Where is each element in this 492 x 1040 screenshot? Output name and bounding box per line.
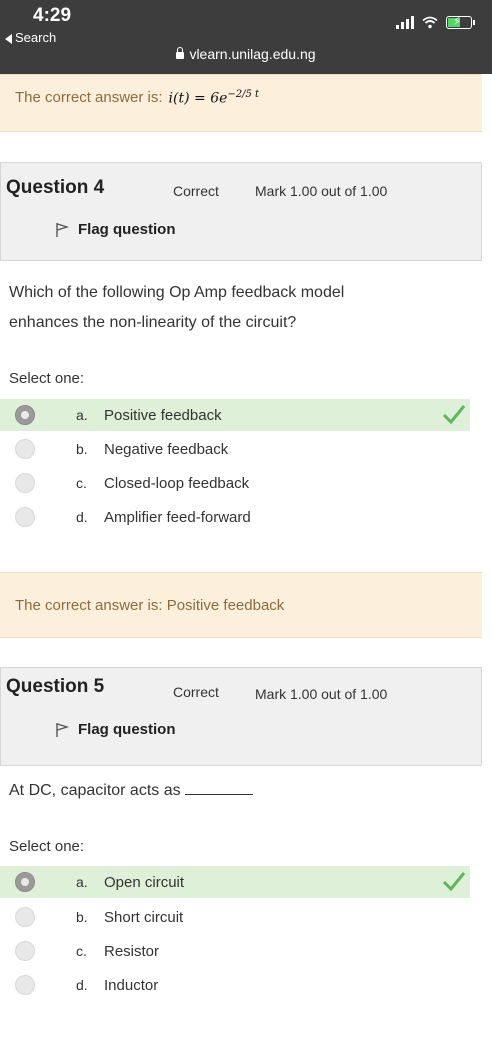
radio-button[interactable] <box>15 907 35 927</box>
back-to-search-link[interactable]: Search <box>5 30 56 45</box>
radio-button-selected[interactable] <box>15 405 35 425</box>
q4-option-c[interactable]: c. Closed-loop feedback <box>0 467 470 499</box>
question-number: Question 5 <box>6 676 105 697</box>
question-state: Correct <box>173 183 219 199</box>
select-one-label: Select one: <box>9 370 85 387</box>
back-arrow-icon <box>5 33 12 44</box>
question-5-info: Question 5 Correct Mark 1.00 out of 1.00… <box>0 667 482 766</box>
flag-label: Flag question <box>78 221 176 238</box>
status-bar: 4:29 Search ⚡ vlearn.unilag.edu.ng <box>0 0 492 74</box>
radio-button[interactable] <box>15 975 35 995</box>
question-mark: Mark 1.00 out of 1.00 <box>255 183 388 199</box>
question-state: Correct <box>173 684 219 700</box>
q4-option-b[interactable]: b. Negative feedback <box>0 433 470 465</box>
lock-icon <box>176 47 185 59</box>
formula-main: i(t) = 6e <box>168 90 228 107</box>
formula-exponent: −2/5 t <box>227 89 260 100</box>
question-4-info: Question 4 Correct Mark 1.00 out of 1.00… <box>0 162 482 261</box>
question-mark: Mark 1.00 out of 1.00 <box>255 686 388 702</box>
question-4-text: Which of the following Op Amp feedback m… <box>9 284 345 331</box>
radio-button-selected[interactable] <box>15 872 35 892</box>
q5-option-d[interactable]: d. Inductor <box>0 969 470 1001</box>
flag-label: Flag question <box>78 721 176 738</box>
signal-icon <box>396 15 414 29</box>
feedback-prefix: The correct answer is: <box>15 89 163 106</box>
question-4-feedback: The correct answer is: Positive feedback <box>0 572 482 638</box>
previous-answer-feedback: The correct answer is: i(t) = 6e−2/5 t <box>0 74 482 132</box>
correct-check-icon <box>442 405 466 425</box>
q4-option-d[interactable]: d. Amplifier feed-forward <box>0 501 470 533</box>
radio-button[interactable] <box>15 507 35 527</box>
question-number: Question 4 <box>6 177 105 198</box>
back-label: Search <box>15 30 57 45</box>
flag-icon <box>56 722 70 737</box>
q4-option-a[interactable]: a. Positive feedback <box>0 399 470 431</box>
flag-icon <box>56 222 70 237</box>
q5-option-c[interactable]: c. Resistor <box>0 935 470 967</box>
radio-button[interactable] <box>15 941 35 961</box>
url-text: vlearn.unilag.edu.ng <box>189 46 316 62</box>
status-icons: ⚡ <box>396 14 475 30</box>
radio-button[interactable] <box>15 439 35 459</box>
select-one-label: Select one: <box>9 838 85 855</box>
flag-question-button[interactable]: Flag question <box>54 221 176 238</box>
q5-option-a[interactable]: a. Open circuit <box>0 866 470 898</box>
radio-button[interactable] <box>15 473 35 493</box>
clock: 4:29 <box>33 5 72 26</box>
question-5-text: At DC, capacitor acts as <box>9 776 479 806</box>
answer-blank <box>185 781 254 795</box>
wifi-icon <box>422 16 438 28</box>
correct-check-icon <box>442 872 466 892</box>
flag-question-button[interactable]: Flag question <box>54 721 176 738</box>
answer-formula: i(t) = 6e−2/5 t <box>169 89 260 107</box>
battery-icon: ⚡ <box>446 14 475 29</box>
q5-option-b[interactable]: b. Short circuit <box>0 901 470 933</box>
address-bar[interactable]: vlearn.unilag.edu.ng <box>0 46 492 62</box>
